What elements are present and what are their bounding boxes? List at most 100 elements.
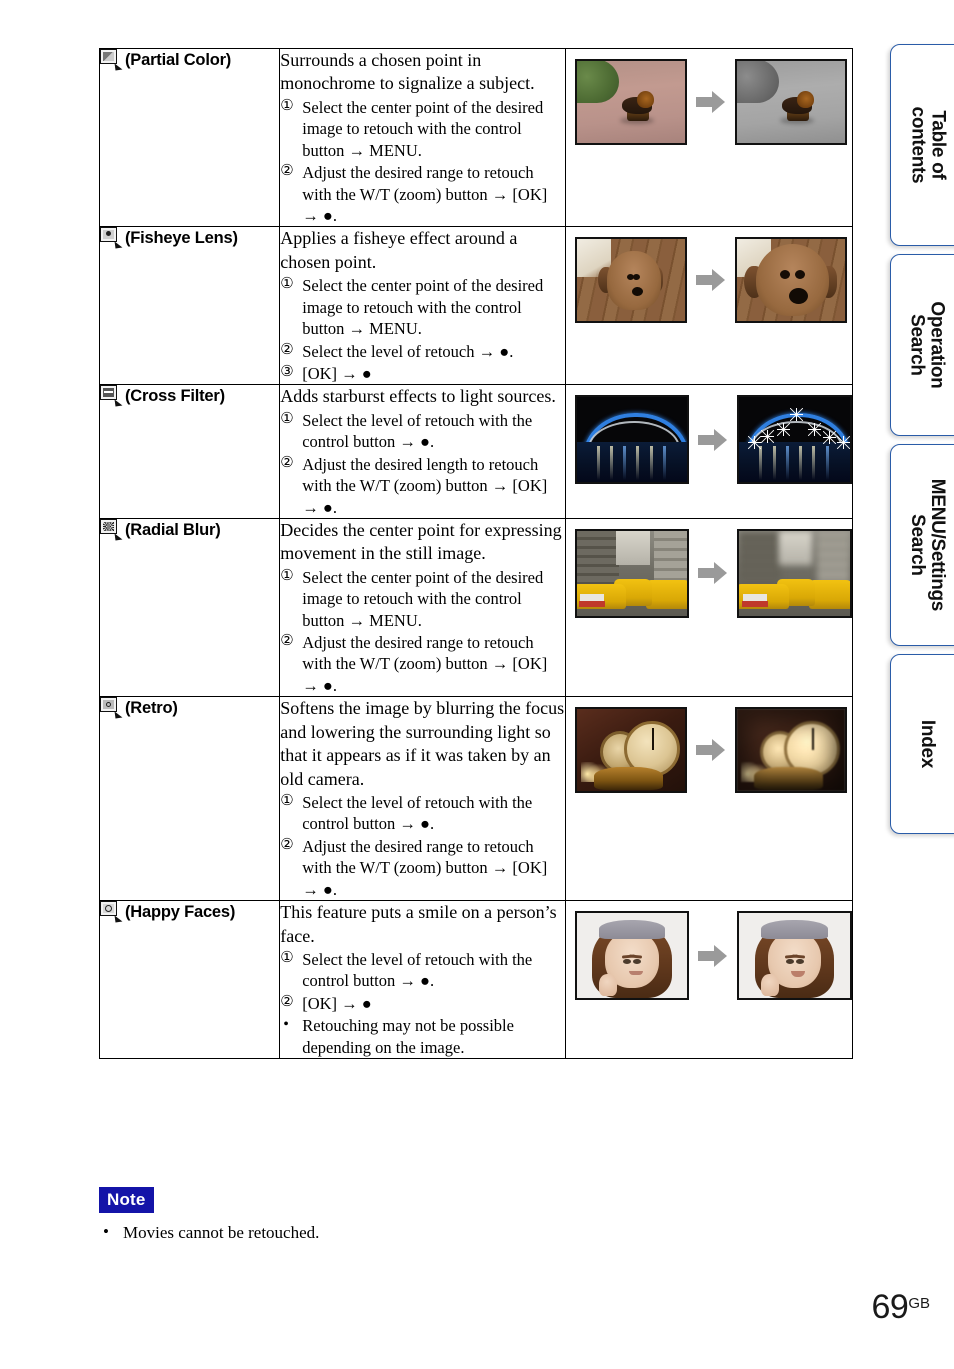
effect-description-cell: Softens the image by blurring the focus … (279, 696, 566, 902)
step-item: ② Select the level of retouch → ●. (280, 341, 564, 362)
step-list: ① Select the level of retouch with the co… (280, 949, 564, 1058)
effect-lead-text: Applies a fisheye effect around a chosen… (280, 228, 518, 272)
note-list: • Movies cannot be retouched. (99, 1222, 699, 1244)
sidebar-item-index[interactable]: Index (890, 654, 954, 834)
sample-before-image (574, 911, 690, 1001)
sidebar-label-line1: Table of (926, 110, 948, 180)
step-text: [OK] → ● (302, 363, 372, 383)
retro-retouch-icon (100, 697, 123, 723)
sidebar-item-label: MENU/Settings Search (907, 479, 948, 611)
step-text: Select the level of retouch with the con… (302, 410, 533, 452)
step-text: Select the level of retouch → ●. (302, 341, 514, 361)
step-item: ② Adjust the desired range to retouch wit… (280, 162, 564, 226)
sample-after-image (737, 911, 852, 1001)
step-marker: ① (280, 276, 294, 293)
sample-before-image (574, 707, 687, 794)
page-number-suffix: GB (908, 1295, 930, 1312)
effect-sample-cell (564, 384, 854, 519)
step-text: Select the center point of the desired i… (302, 567, 544, 630)
step-marker: ① (280, 949, 294, 966)
effect-lead-text: This feature puts a smile on a person’s … (280, 902, 557, 946)
effect-lead-text: Surrounds a chosen point in monochrome t… (280, 50, 535, 94)
step-item: ① Select the level of retouch with the co… (280, 410, 564, 453)
effect-name-cell: (Radial Blur) (98, 517, 281, 698)
happy-faces-retouch-icon (100, 901, 123, 927)
effect-name-cell: (Partial Color) (98, 47, 281, 228)
step-item: ② Adjust the desired range to retouch wit… (280, 632, 564, 696)
sidebar-item-table-of-contents[interactable]: Table of contents (890, 44, 954, 246)
effect-lead-text: Softens the image by blurring the focus … (280, 698, 565, 789)
sample-before-image (574, 59, 687, 145)
arrow-right-icon (695, 90, 726, 114)
sample-after-image (734, 707, 847, 794)
sample-after-image (734, 237, 847, 324)
table-row: (Radial Blur) Decides the center point f… (98, 517, 854, 698)
note-badge: Note (99, 1187, 154, 1213)
effect-name-cell: (Cross Filter) (98, 384, 281, 519)
step-item: • Retouching may not be possible dependin… (280, 1015, 564, 1058)
note-bullet-marker: • (103, 1222, 109, 1241)
step-list: ① Select the center point of the desired … (280, 275, 564, 384)
sidebar-label-line1: Index (916, 719, 938, 769)
sidebar-item-label: Index (916, 719, 938, 769)
sidebar-item-label: Table of contents (907, 106, 948, 184)
effect-name-label: (Radial Blur) (125, 520, 221, 539)
effect-description-cell: This feature puts a smile on a person’s … (279, 900, 566, 1060)
sample-before-image (574, 395, 690, 485)
retouch-effects-table: (Partial Color) Surrounds a chosen point… (98, 47, 854, 1060)
step-item: ① Select the center point of the desired … (280, 97, 564, 161)
table-row: (Retro) Softens the image by blurring th… (98, 696, 854, 902)
page-number-value: 69 (871, 1288, 909, 1326)
cross-filter-retouch-icon (100, 385, 123, 411)
effect-description-cell: Surrounds a chosen point in monochrome t… (279, 47, 566, 228)
partial-color-retouch-icon (100, 49, 123, 75)
effect-lead-text: Decides the center point for expressing … (280, 519, 562, 564)
step-text: Select the center point of the desired i… (302, 97, 544, 160)
step-item: ② Adjust the desired length to retouch wi… (280, 454, 564, 518)
step-marker: ① (280, 792, 294, 809)
step-text: Select the center point of the desired i… (302, 276, 544, 339)
step-item: ③ [OK] → ● (280, 363, 564, 384)
step-text: Adjust the desired range to retouch with… (302, 836, 548, 899)
effect-name-label: (Retro) (125, 699, 178, 718)
step-text: [OK] → ● (302, 993, 372, 1013)
sidebar-label-line2: Search (907, 514, 928, 576)
effect-description-cell: Applies a fisheye effect around a chosen… (279, 226, 566, 386)
table-body: (Partial Color) Surrounds a chosen point… (98, 47, 854, 1060)
step-marker: ① (280, 97, 294, 114)
step-marker: • (283, 1016, 289, 1034)
step-text: Select the level of retouch with the con… (302, 792, 533, 834)
effect-name-label: (Fisheye Lens) (125, 229, 238, 248)
step-list: ① Select the center point of the desired … (280, 567, 564, 697)
table-row: (Happy Faces) This feature puts a smile … (98, 900, 854, 1060)
sidebar-item-menu-settings-search[interactable]: MENU/Settings Search (890, 444, 954, 646)
effect-sample-cell (564, 47, 854, 228)
step-item: ② [OK] → ● (280, 993, 564, 1014)
manual-page: (Partial Color) Surrounds a chosen point… (0, 0, 954, 1369)
step-marker: ② (280, 836, 294, 853)
arrow-right-icon (695, 738, 726, 762)
step-marker: ② (280, 993, 294, 1010)
step-list: ① Select the level of retouch with the co… (280, 410, 564, 518)
fisheye-lens-retouch-icon (100, 227, 123, 253)
table-row: (Partial Color) Surrounds a chosen point… (98, 47, 854, 228)
step-item: ① Select the level of retouch with the co… (280, 949, 564, 992)
effect-name-cell: (Retro) (98, 696, 281, 902)
sidebar-item-operation-search[interactable]: Operation Search (890, 254, 954, 436)
sample-after-image (737, 395, 852, 485)
step-item: ① Select the level of retouch with the co… (280, 792, 564, 835)
sidebar-label-line2: Search (907, 314, 928, 376)
step-marker: ② (280, 163, 294, 180)
step-text: Select the level of retouch with the con… (302, 949, 533, 991)
table-row: (Cross Filter) Adds starburst effects to… (98, 384, 854, 519)
step-marker: ① (280, 567, 294, 584)
step-item: ② Adjust the desired range to retouch wit… (280, 836, 564, 900)
effect-sample-cell (564, 696, 854, 902)
sidebar-item-label: Operation Search (907, 301, 948, 389)
table-row: (Fisheye Lens) Applies a fisheye effect … (98, 226, 854, 386)
sidebar-label-line2: contents (907, 106, 928, 184)
step-list: ① Select the level of retouch with the co… (280, 792, 564, 900)
sidebar-label-line1: Operation (926, 301, 948, 389)
page-number: 69GB (871, 1288, 930, 1327)
effect-name-cell: (Fisheye Lens) (98, 226, 281, 386)
